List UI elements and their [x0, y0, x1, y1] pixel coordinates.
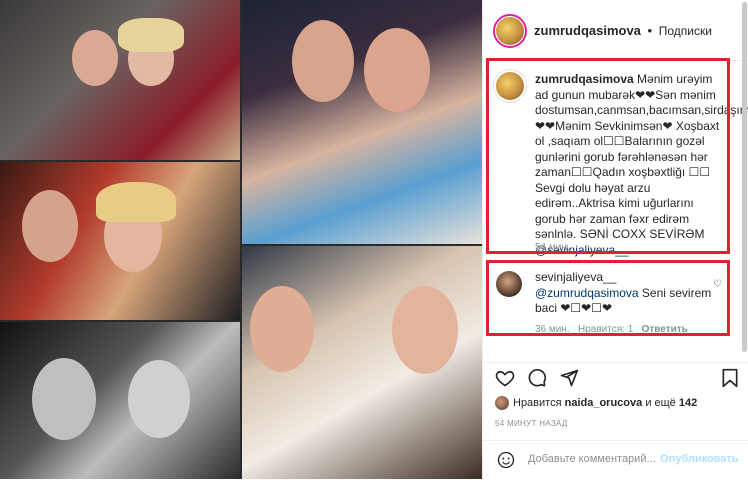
posted-time[interactable]: 54 МИНУТ НАЗАД	[495, 419, 568, 428]
face-shape	[22, 190, 78, 262]
post-side-panel: zumrudqasimova • Подписки zumrudqasimova…	[482, 0, 748, 479]
emoji-icon[interactable]	[497, 451, 515, 469]
face-shape	[392, 286, 458, 374]
collage-photo-4	[242, 246, 482, 479]
collage-photo-1	[0, 0, 240, 160]
likes-summary: Нравится naida_orucova и ещё 142	[495, 396, 697, 410]
follow-status-button[interactable]: Подписки	[659, 24, 712, 38]
bookmark-icon[interactable]	[721, 368, 739, 388]
instagram-post-view: zumrudqasimova • Подписки zumrudqasimova…	[0, 0, 748, 479]
liker-avatar[interactable]	[495, 396, 509, 410]
post-photo[interactable]	[0, 0, 482, 479]
author-username[interactable]: zumrudqasimova	[534, 23, 641, 38]
face-shape	[250, 286, 314, 372]
face-shape	[32, 358, 96, 440]
face-shape	[128, 360, 190, 438]
scrollbar-thumb[interactable]	[742, 2, 747, 352]
collage-photo-2	[242, 0, 482, 244]
likes-count[interactable]: 142	[679, 397, 697, 409]
separator-dot: •	[647, 23, 653, 38]
hair-shape	[118, 18, 184, 52]
comments-scrollbar[interactable]	[742, 2, 748, 352]
header-user-line: zumrudqasimova • Подписки	[534, 23, 712, 38]
collage-photo-3	[0, 162, 240, 320]
comment-icon[interactable]	[527, 368, 547, 388]
collage-photo-5	[0, 322, 240, 479]
liker-username[interactable]: naida_orucova	[565, 397, 643, 409]
face-shape	[72, 30, 118, 86]
comment-input[interactable]: Добавьте комментарий...	[528, 453, 656, 465]
author-avatar[interactable]	[496, 17, 524, 45]
likes-suffix: и ещё	[645, 396, 676, 409]
post-header: zumrudqasimova • Подписки	[483, 0, 748, 61]
likes-prefix: Нравится	[513, 396, 562, 409]
face-shape	[292, 20, 354, 102]
face-shape	[364, 28, 430, 112]
caption-highlight-box	[486, 58, 730, 254]
reply-highlight-box	[486, 260, 730, 336]
heart-icon[interactable]	[495, 368, 515, 388]
add-comment-row: Добавьте комментарий... Опубликовать	[483, 440, 748, 480]
hair-shape	[96, 182, 176, 222]
action-bar	[483, 362, 748, 393]
publish-button[interactable]: Опубликовать	[660, 453, 739, 465]
share-icon[interactable]	[559, 368, 579, 388]
